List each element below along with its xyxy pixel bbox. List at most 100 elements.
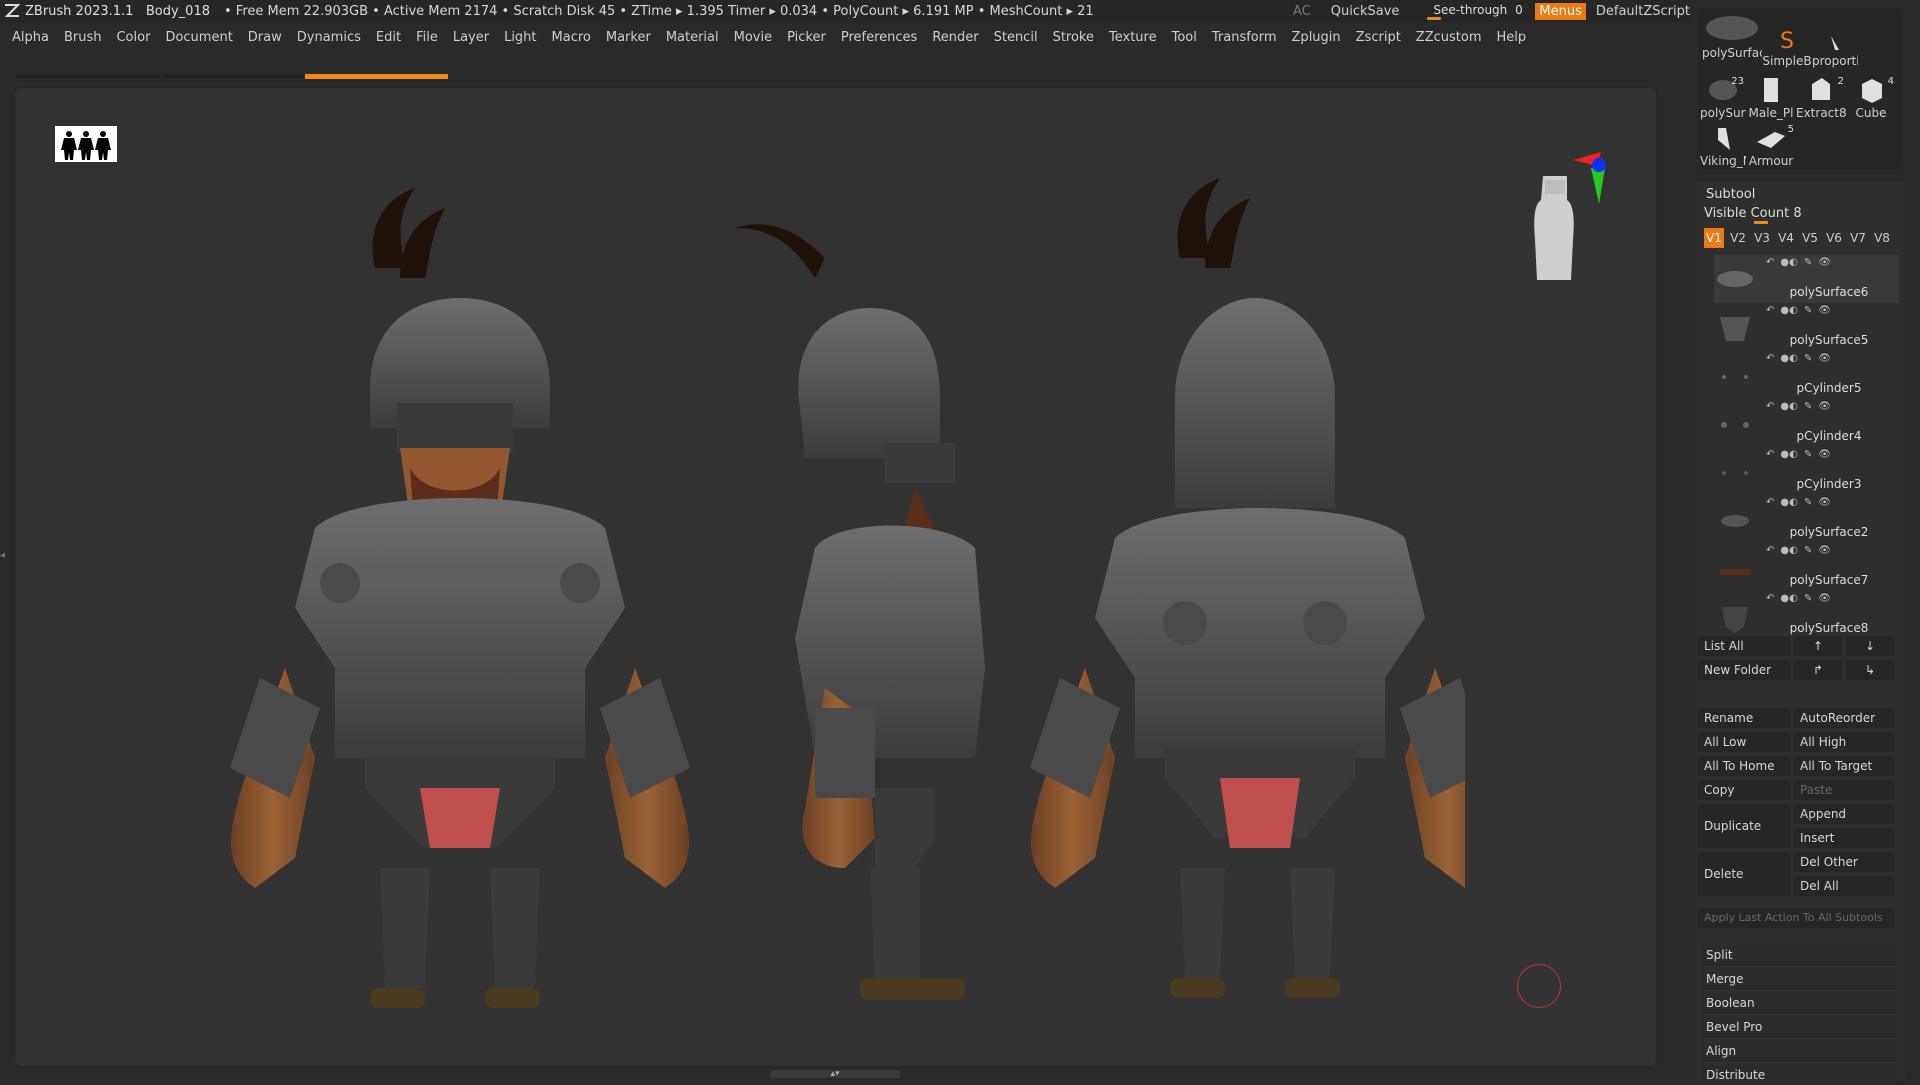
brush-icon[interactable]: ✎ <box>1804 401 1812 412</box>
eye-icon[interactable]: 👁 <box>1818 401 1831 412</box>
toggle-icon[interactable]: ●◐ <box>1780 353 1797 364</box>
apply-last-action-button[interactable]: Apply Last Action To All Subtools <box>1698 908 1894 928</box>
rename-button[interactable]: Rename <box>1698 708 1790 728</box>
subtool-item[interactable]: ↶ ●◐ ✎ 👁 pCylinder5 <box>1714 351 1899 399</box>
toggle-icon[interactable]: ●◐ <box>1780 593 1797 604</box>
tool-simpleb[interactable]: S SimpleB <box>1762 28 1812 68</box>
brush-icon[interactable]: ✎ <box>1804 305 1812 316</box>
canvas-viewport[interactable] <box>14 87 1657 1067</box>
eye-icon[interactable]: 👁 <box>1818 353 1831 364</box>
menu-picker[interactable]: Picker <box>787 30 826 45</box>
menu-macro[interactable]: Macro <box>552 30 591 45</box>
menu-texture[interactable]: Texture <box>1109 30 1157 45</box>
vtab-v2[interactable]: V2 <box>1728 228 1748 248</box>
menu-file[interactable]: File <box>416 30 438 45</box>
distribute-section[interactable]: Distribute <box>1702 1065 1897 1085</box>
ac-toggle[interactable]: AC <box>1293 4 1311 19</box>
arrow-icon[interactable]: ↶ <box>1766 305 1774 316</box>
vtab-v6[interactable]: V6 <box>1824 228 1844 248</box>
menu-help[interactable]: Help <box>1496 30 1526 45</box>
tool-polysurface6[interactable]: polySurface6 <box>1702 14 1762 60</box>
align-section[interactable]: Align <box>1702 1041 1897 1061</box>
menu-transform[interactable]: Transform <box>1212 30 1277 45</box>
boolean-section[interactable]: Boolean <box>1702 993 1897 1013</box>
insert-button[interactable]: Insert <box>1794 828 1894 848</box>
toggle-icon[interactable]: ●◐ <box>1780 449 1797 460</box>
new-folder-button[interactable]: New Folder <box>1698 660 1790 680</box>
subtool-header[interactable]: Subtool <box>1706 187 1755 202</box>
eye-icon[interactable]: 👁 <box>1818 257 1831 268</box>
subtool-item[interactable]: ↶ ●◐ ✎ 👁 polySurface8 <box>1714 591 1899 639</box>
vtab-v1[interactable]: V1 <box>1704 228 1724 248</box>
brush-icon[interactable]: ✎ <box>1804 449 1812 460</box>
menus-toggle-button[interactable]: Menus <box>1535 2 1586 20</box>
arrow-icon[interactable]: ↶ <box>1766 497 1774 508</box>
arrow-icon[interactable]: ↶ <box>1766 449 1774 460</box>
menu-marker[interactable]: Marker <box>606 30 651 45</box>
menu-preferences[interactable]: Preferences <box>841 30 917 45</box>
menu-color[interactable]: Color <box>116 30 150 45</box>
vtab-v5[interactable]: V5 <box>1800 228 1820 248</box>
menu-light[interactable]: Light <box>504 30 536 45</box>
default-zscript-button[interactable]: DefaultZScript <box>1596 4 1690 19</box>
toggle-icon[interactable]: ●◐ <box>1780 401 1797 412</box>
tool-viking[interactable]: Viking_M <box>1700 124 1746 168</box>
brush-icon[interactable]: ✎ <box>1804 257 1812 268</box>
eye-icon[interactable]: 👁 <box>1818 545 1831 556</box>
menu-brush[interactable]: Brush <box>64 30 102 45</box>
brush-icon[interactable]: ✎ <box>1804 353 1812 364</box>
eye-icon[interactable]: 👁 <box>1818 449 1831 460</box>
menu-document[interactable]: Document <box>165 30 232 45</box>
arrow-icon[interactable]: ↶ <box>1766 401 1774 412</box>
menu-dynamics[interactable]: Dynamics <box>297 30 361 45</box>
folder-down-icon[interactable]: ↳ <box>1846 660 1894 680</box>
menu-render[interactable]: Render <box>932 30 978 45</box>
copy-button[interactable]: Copy <box>1698 780 1790 800</box>
menu-zscript[interactable]: Zscript <box>1356 30 1401 45</box>
vtab-v4[interactable]: V4 <box>1776 228 1796 248</box>
menu-tool[interactable]: Tool <box>1172 30 1197 45</box>
all-low-button[interactable]: All Low <box>1698 732 1790 752</box>
list-all-button[interactable]: List All <box>1698 636 1790 656</box>
tool-male-pl[interactable]: Male_Pl <box>1746 76 1796 120</box>
reference-thumbnail-icon[interactable] <box>55 126 117 162</box>
subtool-item[interactable]: ↶ ●◐ ✎ 👁 polySurface5 <box>1714 303 1899 351</box>
eye-icon[interactable]: 👁 <box>1818 497 1831 508</box>
subtool-item[interactable]: ↶ ●◐ ✎ 👁 polySurface2 <box>1714 495 1899 543</box>
arrow-icon[interactable]: ↶ <box>1766 593 1774 604</box>
visible-count-slider[interactable]: Visible Count 8 <box>1704 206 1802 221</box>
tool-proportion[interactable]: proporti <box>1812 28 1858 68</box>
menu-zzcustom[interactable]: ZZcustom <box>1416 30 1482 45</box>
menu-draw[interactable]: Draw <box>248 30 282 45</box>
all-to-target-button[interactable]: All To Target <box>1794 756 1894 776</box>
left-tray-toggle[interactable]: ◂ <box>0 490 12 620</box>
del-other-button[interactable]: Del Other <box>1794 852 1894 872</box>
subtool-item[interactable]: ↶ ●◐ ✎ 👁 pCylinder4 <box>1714 399 1899 447</box>
delete-button[interactable]: Delete <box>1698 852 1790 896</box>
append-button[interactable]: Append <box>1794 804 1894 824</box>
move-down-icon[interactable]: ↓ <box>1846 636 1894 656</box>
bevel-pro-section[interactable]: Bevel Pro <box>1702 1017 1897 1037</box>
duplicate-button[interactable]: Duplicate <box>1698 804 1790 848</box>
see-through-slider[interactable]: See-through 0 <box>1427 2 1525 20</box>
merge-section[interactable]: Merge <box>1702 969 1897 989</box>
menu-movie[interactable]: Movie <box>734 30 772 45</box>
autoreorder-button[interactable]: AutoReorder <box>1794 708 1894 728</box>
del-all-button[interactable]: Del All <box>1794 876 1894 896</box>
arrow-icon[interactable]: ↶ <box>1766 353 1774 364</box>
vtab-v7[interactable]: V7 <box>1848 228 1868 248</box>
tool-extract8[interactable]: 2 Extract8 <box>1796 76 1846 120</box>
folder-up-icon[interactable]: ↱ <box>1794 660 1842 680</box>
brush-icon[interactable]: ✎ <box>1804 593 1812 604</box>
vtab-v3[interactable]: V3 <box>1752 228 1772 248</box>
arrow-icon[interactable]: ↶ <box>1766 257 1774 268</box>
split-section[interactable]: Split <box>1702 945 1897 965</box>
move-up-icon[interactable]: ↑ <box>1794 636 1842 656</box>
toggle-icon[interactable]: ●◐ <box>1780 257 1797 268</box>
subtool-item[interactable]: ↶ ●◐ ✎ 👁 pCylinder3 <box>1714 447 1899 495</box>
toggle-icon[interactable]: ●◐ <box>1780 497 1797 508</box>
tool-cube[interactable]: 4 Cube <box>1846 76 1896 120</box>
toggle-icon[interactable]: ●◐ <box>1780 305 1797 316</box>
brush-icon[interactable]: ✎ <box>1804 545 1812 556</box>
subtool-item[interactable]: ↶ ●◐ ✎ 👁 polySurface7 <box>1714 543 1899 591</box>
